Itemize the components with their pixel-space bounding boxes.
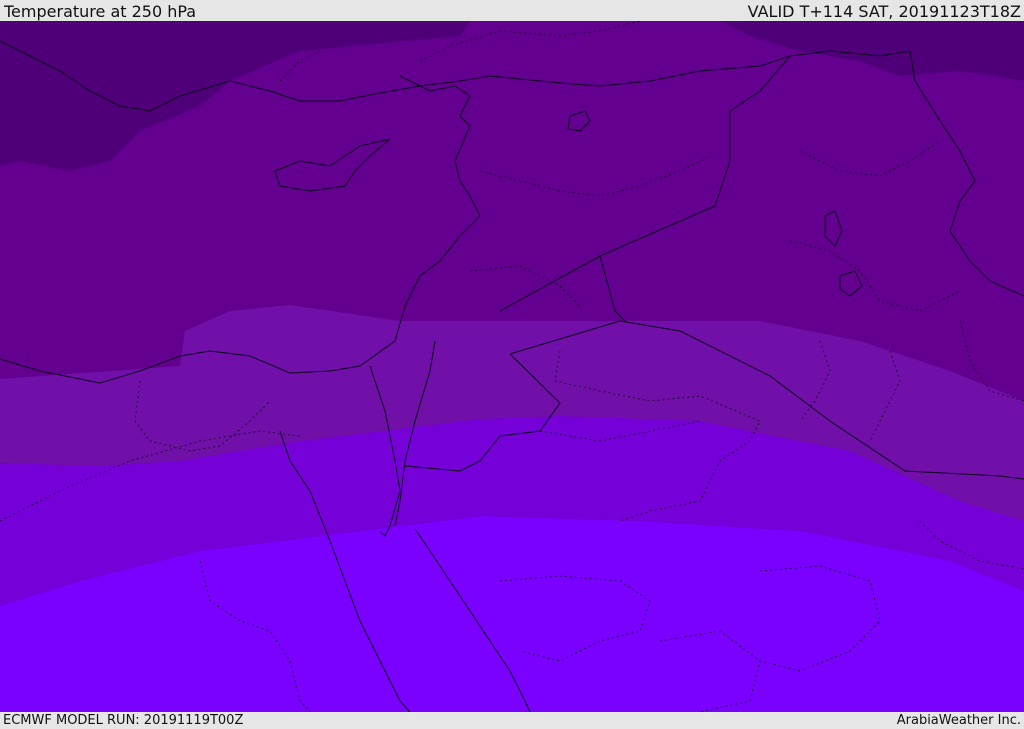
footer-bar: ECMWF MODEL RUN: 20191119T00Z ArabiaWeat… [0, 712, 1024, 729]
map-canvas [0, 21, 1024, 712]
map-area[interactable] [0, 21, 1024, 712]
map-title: Temperature at 250 hPa [4, 2, 197, 21]
valid-time: VALID T+114 SAT, 20191123T18Z [747, 2, 1021, 21]
brand-label: ArabiaWeather Inc. [896, 713, 1021, 728]
model-run-label: ECMWF MODEL RUN: 20191119T00Z [3, 713, 244, 728]
header-bar: Temperature at 250 hPa VALID T+114 SAT, … [0, 0, 1024, 21]
